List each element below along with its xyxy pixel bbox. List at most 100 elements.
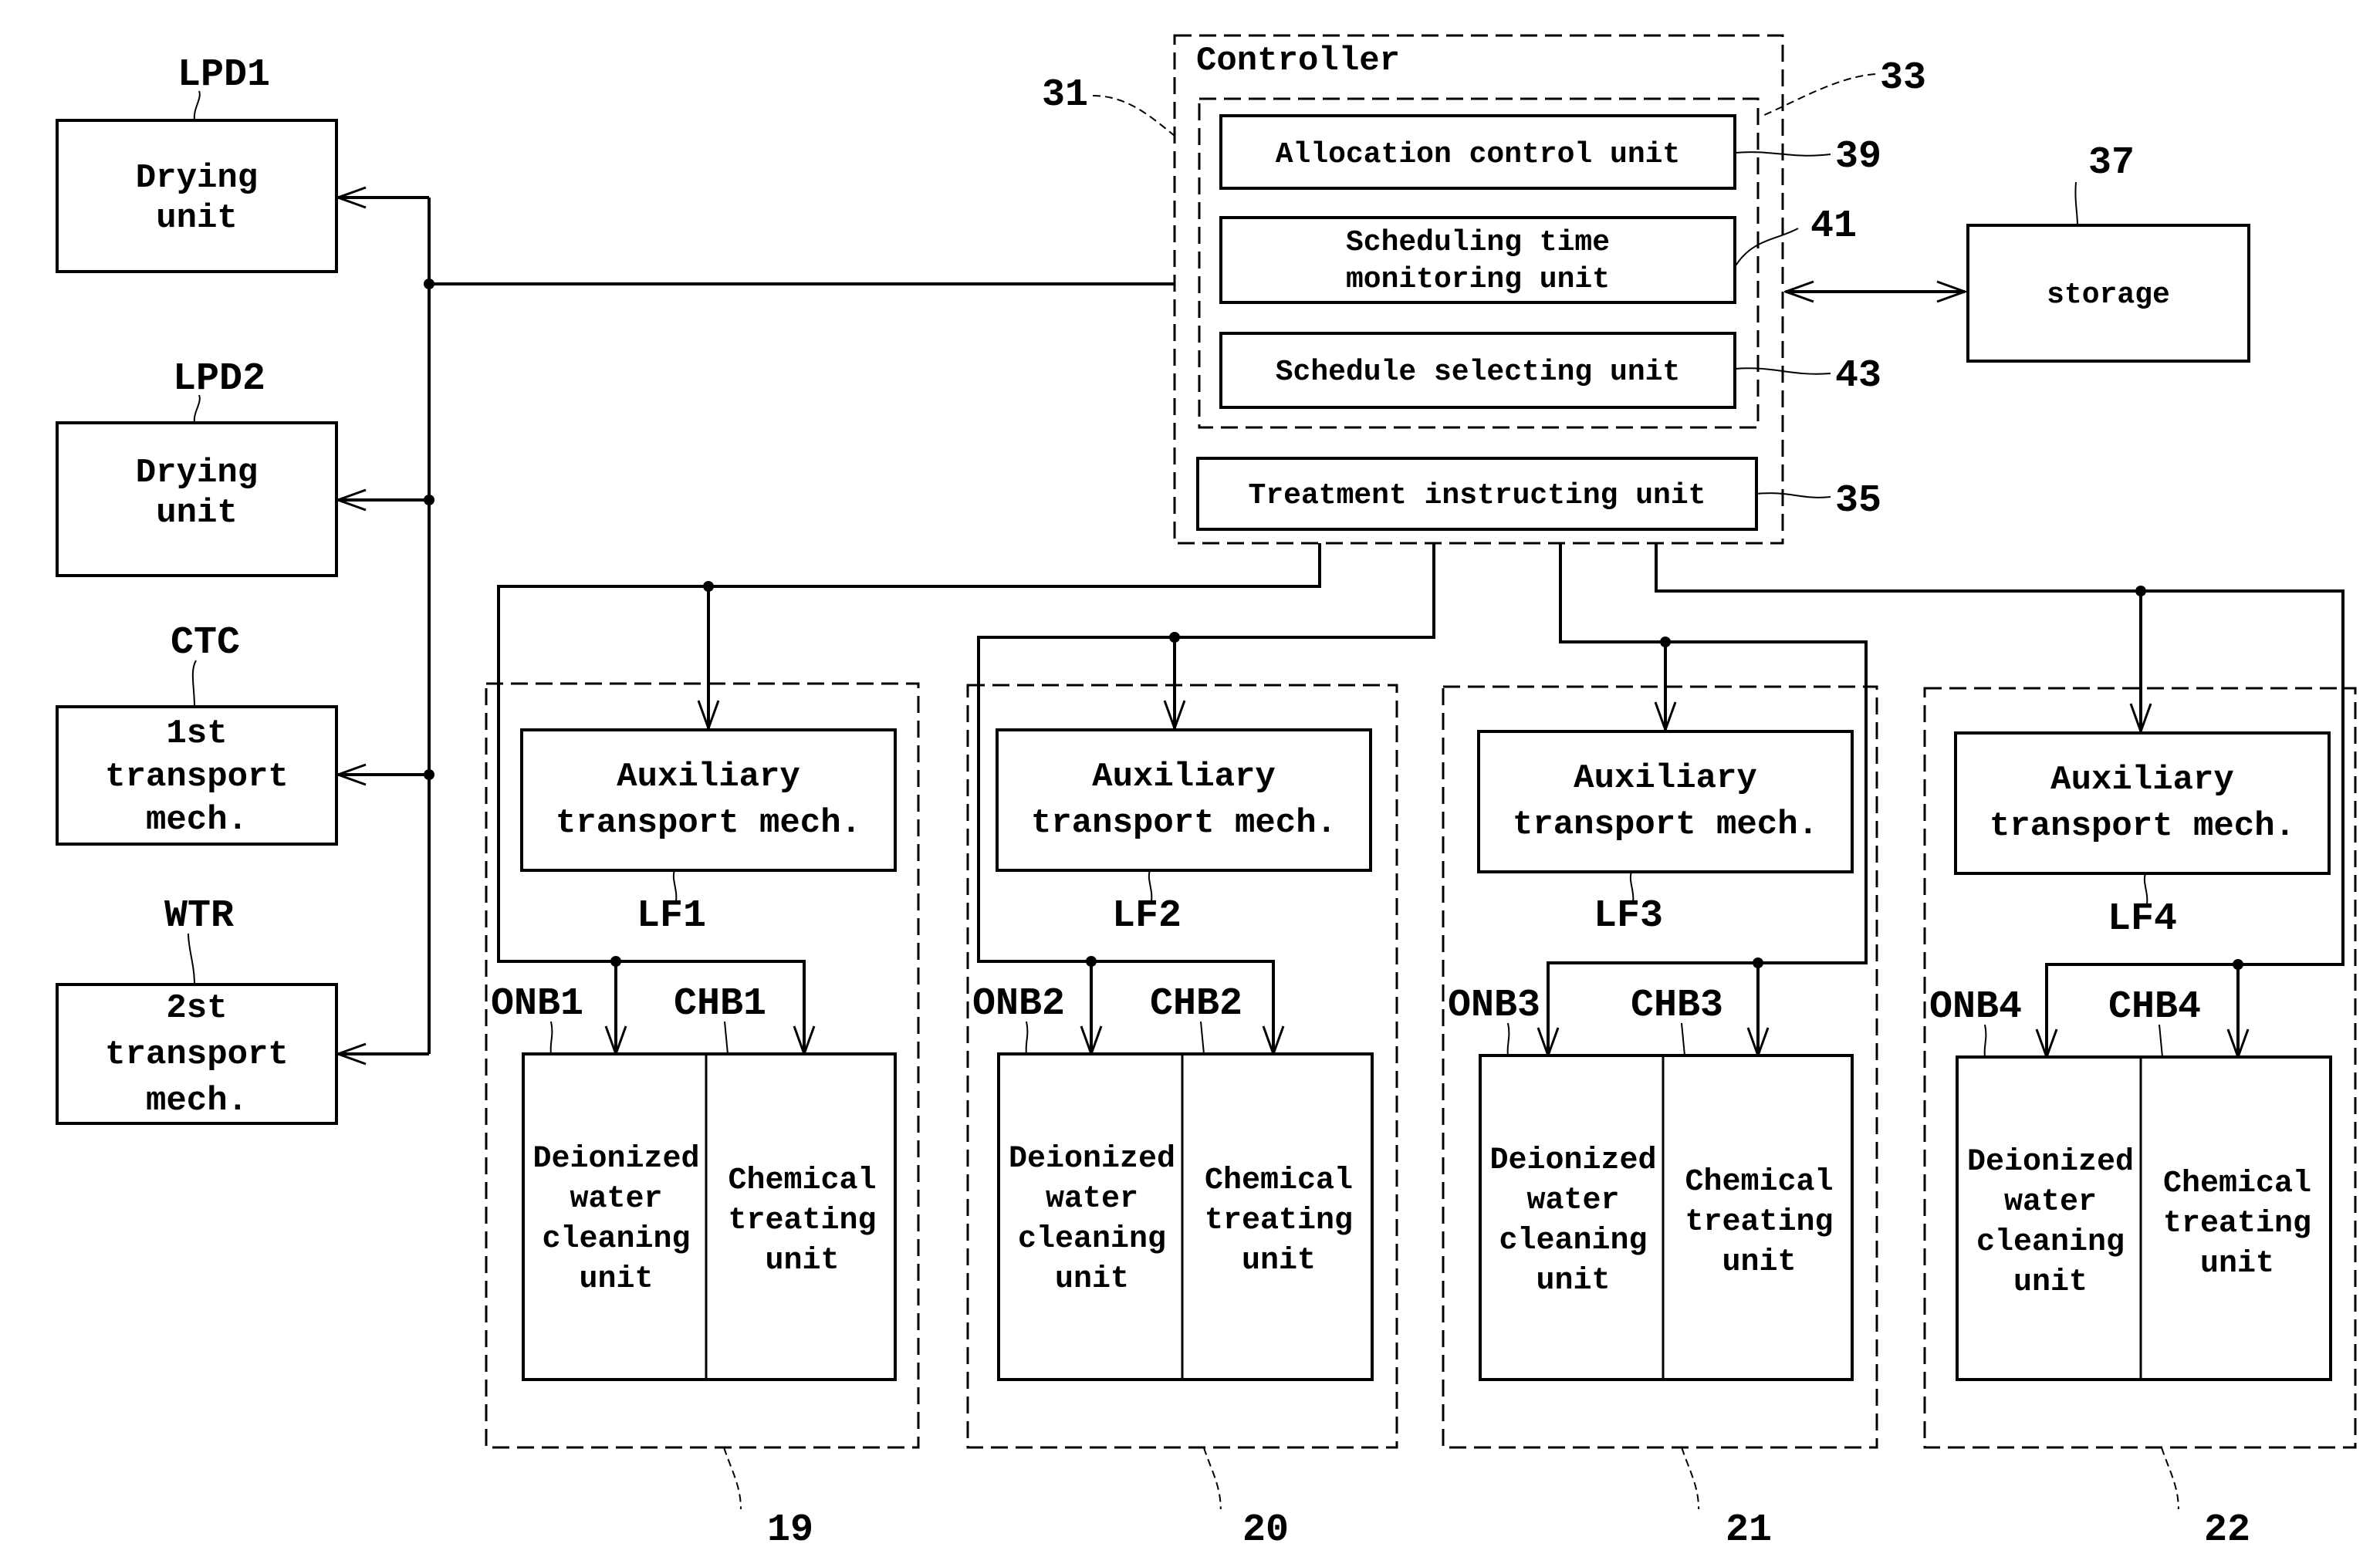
chemical-treating-label-line: Chemical <box>1685 1165 1833 1200</box>
aux-label-line: transport mech. <box>1990 807 2295 846</box>
leader-line <box>1092 95 1175 137</box>
controller-title: Controller <box>1196 42 1400 80</box>
junction-dot <box>610 956 621 967</box>
leader-line <box>1506 1022 1510 1056</box>
chemical-treating-label-line: treating <box>1685 1205 1833 1240</box>
box-label-line: Drying <box>136 454 258 492</box>
unit-label: Allocation control unit <box>1276 138 1681 171</box>
onb-label: ONB4 <box>1929 985 2022 1029</box>
left-unit-wtr: WTR 2st transport mech. <box>56 894 338 1125</box>
leader-line <box>2074 181 2078 226</box>
leader-line <box>549 1021 553 1055</box>
ref-label: LPD2 <box>173 357 265 401</box>
ref-label-35: 35 <box>1835 479 1881 523</box>
deionized-water-label-line: cleaning <box>1499 1224 1647 1258</box>
onb-label: ONB2 <box>972 982 1065 1026</box>
unit-label-line: Scheduling time <box>1346 226 1610 259</box>
ref-label: WTR <box>164 894 234 938</box>
scheduling-time-monitoring-unit: Scheduling time monitoring unit 41 <box>1219 204 1857 304</box>
ref-label: LPD1 <box>177 53 270 97</box>
chemical-treating-label-line: treating <box>728 1204 876 1238</box>
deionized-water-label-line: Deionized <box>1967 1145 2134 1180</box>
auxiliary-transport-box <box>520 728 897 872</box>
deionized-water-label-line: water <box>1526 1184 1619 1218</box>
lf-label: LF1 <box>637 894 706 938</box>
panel-ref-label: 20 <box>1242 1508 1289 1552</box>
aux-label-line: Auxiliary <box>2050 761 2234 799</box>
auxiliary-transport-box <box>1954 731 2331 875</box>
junction-dot <box>424 495 434 505</box>
aux-label-line: Auxiliary <box>617 758 800 796</box>
deionized-water-label-line: Deionized <box>532 1142 699 1177</box>
box-label-line: transport <box>105 1035 289 1074</box>
block-diagram: LPD1 Drying unit LPD2 Drying unit CTC 1s… <box>56 34 2357 1552</box>
deionized-water-label-line: unit <box>1536 1264 1610 1299</box>
ref-label: CTC <box>171 621 240 665</box>
unit-label-line: monitoring unit <box>1346 263 1610 296</box>
box-label-line: transport <box>105 758 289 796</box>
ref-label-39: 39 <box>1835 135 1881 179</box>
chb-label: CHB2 <box>1150 982 1242 1026</box>
box-label-line: 1st <box>166 714 227 753</box>
box-label-line: Drying <box>136 159 258 198</box>
auxiliary-transport-box <box>996 728 1372 872</box>
lf-label: LF4 <box>2108 897 2177 941</box>
leader-line <box>1734 228 1799 268</box>
treatment-instructing-unit: Treatment instructing unit 35 <box>1196 457 1881 531</box>
panel-ref-label: 22 <box>2204 1508 2250 1552</box>
chemical-treating-label-line: treating <box>2163 1207 2311 1241</box>
panel-ref-label: 19 <box>767 1508 813 1552</box>
ref-label-31: 31 <box>1042 73 1088 117</box>
aux-label-line: transport mech. <box>1513 806 1818 844</box>
ref-label-43: 43 <box>1835 354 1881 398</box>
chemical-treating-label-line: Chemical <box>728 1164 876 1198</box>
deionized-water-label-line: water <box>570 1182 662 1217</box>
leader-line <box>724 1021 729 1055</box>
box-label-line: mech. <box>146 801 248 839</box>
junction-dot <box>424 769 434 780</box>
deionized-water-label-line: water <box>1046 1182 1138 1217</box>
onb-label: ONB1 <box>491 982 583 1026</box>
storage-label: storage <box>2047 279 2170 312</box>
junction-dot <box>1753 958 1763 968</box>
panel-1: Auxiliary transport mech. LF1 ONB1 CHB1 Deion… <box>485 682 920 1552</box>
left-unit-lpd2: LPD2 Drying unit <box>56 357 338 577</box>
leader-line <box>723 1447 742 1510</box>
deionized-water-label-line: unit <box>1055 1262 1129 1297</box>
chb-label: CHB4 <box>2108 985 2201 1029</box>
leader-line <box>2159 1024 2163 1058</box>
chemical-treating-label-line: treating <box>1205 1204 1353 1238</box>
leader-line <box>1756 492 1831 498</box>
leader-line <box>1202 1447 1222 1510</box>
junction-dot <box>2233 959 2243 970</box>
deionized-water-label-line: cleaning <box>1018 1222 1166 1257</box>
aux-label-line: Auxiliary <box>1574 759 1757 798</box>
unit-label: Schedule selecting unit <box>1276 356 1681 389</box>
ref-label-37: 37 <box>2088 141 2135 185</box>
box-label-line: 2st <box>166 989 227 1028</box>
deionized-water-label-line: cleaning <box>1976 1225 2125 1260</box>
leader-line <box>1200 1021 1205 1055</box>
left-unit-ctc: CTC 1st transport mech. <box>56 621 338 846</box>
lf-label: LF3 <box>1594 894 1663 938</box>
deionized-water-label-line: Deionized <box>1489 1143 1656 1178</box>
junction-dot <box>703 581 714 592</box>
junction-dot <box>424 279 434 289</box>
aux-label-line: transport mech. <box>1031 804 1337 843</box>
leader-line <box>191 660 197 708</box>
chemical-treating-label-line: unit <box>1722 1245 1796 1280</box>
deionized-water-label-line: unit <box>579 1262 653 1297</box>
chemical-treating-label-line: unit <box>765 1244 839 1278</box>
panel-2: Auxiliary transport mech. LF2 ONB2 CHB2 Deion… <box>966 684 1398 1552</box>
auxiliary-transport-box <box>1477 730 1854 873</box>
junction-dot <box>2135 586 2146 596</box>
leader-line <box>2160 1447 2179 1510</box>
leader-line <box>1681 1447 1700 1510</box>
unit-label: Treatment instructing unit <box>1249 479 1706 512</box>
chemical-treating-label-line: unit <box>2200 1247 2274 1282</box>
onb-label: ONB3 <box>1448 984 1540 1028</box>
chb-label: CHB1 <box>674 982 766 1026</box>
box-label-line: unit <box>156 494 238 532</box>
left-unit-lpd1: LPD1 Drying unit <box>56 53 338 273</box>
leader-line <box>188 933 195 985</box>
